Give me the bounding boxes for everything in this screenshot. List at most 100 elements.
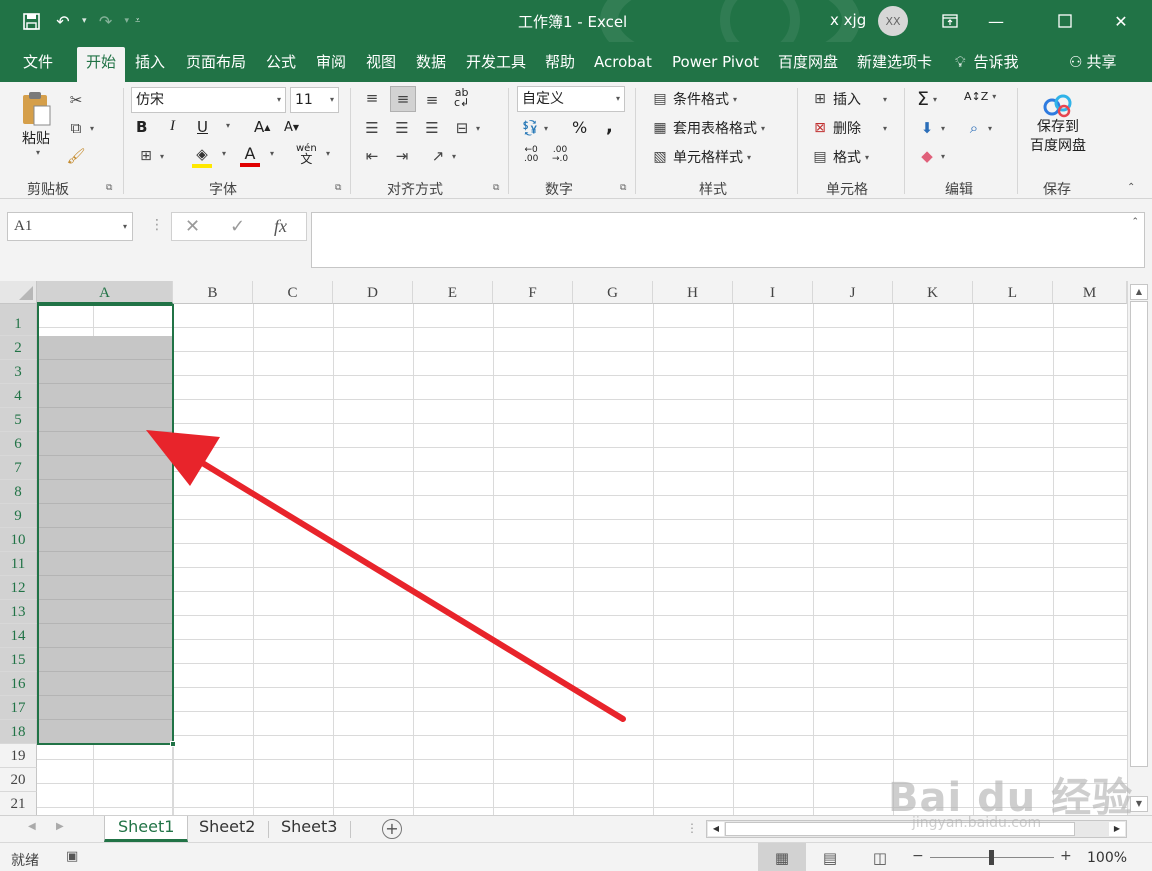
row-header-1[interactable]: 1: [0, 304, 37, 336]
borders-icon[interactable]: ⊞ ▾: [136, 146, 164, 166]
tab-power-pivot[interactable]: Power Pivot: [663, 47, 768, 82]
column-header-h[interactable]: H: [653, 281, 733, 304]
column-header-k[interactable]: K: [893, 281, 973, 304]
vertical-scrollbar[interactable]: ▲ ▼: [1127, 281, 1152, 815]
alignment-launcher-icon[interactable]: ⧉: [493, 183, 499, 193]
column-header-l[interactable]: L: [973, 281, 1053, 304]
fill-color-dropdown-icon[interactable]: ▾: [218, 149, 226, 158]
minimize-icon[interactable]: —: [973, 0, 1019, 42]
zoom-out-icon[interactable]: −: [912, 848, 924, 864]
normal-view-icon[interactable]: ▦: [758, 843, 806, 871]
save-icon[interactable]: [18, 8, 44, 34]
tab-file[interactable]: 文件: [14, 47, 62, 82]
tab-acrobat[interactable]: Acrobat: [585, 47, 661, 82]
row-header-5[interactable]: 5: [0, 408, 37, 432]
close-icon[interactable]: ✕: [1098, 0, 1144, 42]
decrease-indent-icon[interactable]: ⇤: [362, 146, 382, 166]
tab-baidu-netdisk[interactable]: 百度网盘: [769, 47, 847, 82]
maximize-icon[interactable]: [1042, 0, 1088, 42]
increase-indent-icon[interactable]: ⇥: [392, 146, 412, 166]
row-header-18[interactable]: 18: [0, 720, 37, 744]
scroll-left-icon[interactable]: ◀: [708, 822, 724, 836]
clipboard-launcher-icon[interactable]: ⧉: [106, 183, 112, 193]
row-header-6[interactable]: 6: [0, 432, 37, 456]
row-header-7[interactable]: 7: [0, 456, 37, 480]
align-center-icon[interactable]: ☰: [392, 118, 412, 138]
undo-icon[interactable]: ↶: [50, 8, 76, 34]
row-header-11[interactable]: 11: [0, 552, 37, 576]
sheet-tab-sheet1[interactable]: Sheet1: [104, 816, 189, 842]
find-select-icon[interactable]: ⌕ ▾: [964, 118, 992, 138]
insert-function-icon[interactable]: fx: [274, 216, 287, 237]
tab-developer[interactable]: 开发工具: [457, 47, 535, 82]
row-header-9[interactable]: 9: [0, 504, 37, 528]
save-to-baidu-button[interactable]: 保存到 百度网盘: [1030, 94, 1086, 156]
next-sheet-icon[interactable]: ▶: [56, 821, 64, 832]
sheet-tab-sheet3[interactable]: Sheet3: [268, 816, 350, 842]
text-orientation-icon[interactable]: ↗ ▾: [428, 146, 456, 166]
tab-view[interactable]: 视图: [357, 47, 405, 82]
tab-data[interactable]: 数据: [407, 47, 455, 82]
row-header-3[interactable]: 3: [0, 360, 37, 384]
undo-dropdown-icon[interactable]: ▾: [82, 16, 87, 26]
conditional-formatting-button[interactable]: ▤ 条件格式 ▾: [650, 89, 737, 109]
tab-home[interactable]: 开始: [77, 47, 126, 82]
font-family-select[interactable]: 仿宋 ▾: [131, 87, 286, 113]
phonetic-dropdown-icon[interactable]: ▾: [322, 149, 330, 158]
tab-split-grip-icon[interactable]: ⋮: [686, 821, 698, 835]
top-align-icon[interactable]: ≡: [362, 88, 382, 108]
zoom-in-icon[interactable]: +: [1060, 848, 1072, 864]
cell-styles-button[interactable]: ▧ 单元格样式 ▾: [650, 147, 751, 167]
tab-review[interactable]: 审阅: [307, 47, 355, 82]
row-header-12[interactable]: 12: [0, 576, 37, 600]
column-header-b[interactable]: B: [173, 281, 253, 304]
number-launcher-icon[interactable]: ⧉: [620, 183, 626, 193]
bottom-align-icon[interactable]: ≡: [422, 90, 442, 110]
select-all-button[interactable]: [0, 281, 37, 304]
align-left-icon[interactable]: ☰: [362, 118, 382, 138]
column-header-j[interactable]: J: [813, 281, 893, 304]
font-color-icon[interactable]: A: [240, 144, 260, 167]
zoom-slider-thumb[interactable]: [989, 850, 994, 865]
row-header-8[interactable]: 8: [0, 480, 37, 504]
increase-decimal-icon[interactable]: ←0.00: [524, 146, 538, 164]
cut-icon[interactable]: ✂: [66, 90, 86, 110]
row-header-2[interactable]: 2: [0, 336, 37, 360]
clear-icon[interactable]: ◆ ▾: [917, 146, 945, 166]
page-break-view-icon[interactable]: ◫: [856, 843, 904, 871]
tab-formulas[interactable]: 公式: [257, 47, 305, 82]
fill-handle[interactable]: [170, 741, 176, 747]
decrease-decimal-icon[interactable]: .00 →.0: [552, 146, 568, 164]
tell-me[interactable]: 💡︎ 告诉我: [946, 47, 1028, 82]
column-header-c[interactable]: C: [253, 281, 333, 304]
column-header-m[interactable]: M: [1053, 281, 1127, 304]
align-right-icon[interactable]: ☰: [422, 118, 442, 138]
column-header-e[interactable]: E: [413, 281, 493, 304]
row-header-10[interactable]: 10: [0, 528, 37, 552]
row-header-19[interactable]: 19: [0, 744, 37, 768]
scroll-right-icon[interactable]: ▶: [1109, 822, 1125, 836]
prev-sheet-icon[interactable]: ◀: [28, 821, 36, 832]
row-header-20[interactable]: 20: [0, 768, 37, 792]
sort-filter-icon[interactable]: A↕Z ▾: [964, 90, 996, 103]
accounting-format-icon[interactable]: 💱︎ ▾: [520, 118, 548, 138]
phonetic-guide-icon[interactable]: wén 文: [296, 144, 317, 166]
row-header-14[interactable]: 14: [0, 624, 37, 648]
column-header-d[interactable]: D: [333, 281, 413, 304]
row-header-13[interactable]: 13: [0, 600, 37, 624]
fill-color-icon[interactable]: ◈: [192, 144, 212, 168]
zoom-level[interactable]: 100%: [1087, 850, 1127, 866]
page-layout-view-icon[interactable]: ▤: [806, 843, 854, 871]
format-painter-icon[interactable]: 🖌︎: [66, 146, 86, 166]
font-color-dropdown-icon[interactable]: ▾: [266, 149, 274, 158]
row-header-17[interactable]: 17: [0, 696, 37, 720]
name-box[interactable]: A1 ▾: [7, 212, 133, 241]
tab-new-tab[interactable]: 新建选项卡: [848, 47, 941, 82]
wrap-orientation-icon[interactable]: ab c↲: [454, 87, 469, 108]
format-cells-button[interactable]: ▤ 格式 ▾: [810, 147, 869, 167]
customize-qat-icon[interactable]: ⩡: [135, 16, 140, 26]
cell-area[interactable]: [37, 304, 1127, 815]
comma-style-button[interactable]: ,: [606, 116, 613, 137]
share-button[interactable]: ⚇ 共享: [1060, 47, 1125, 82]
vertical-scroll-thumb[interactable]: [1130, 301, 1148, 767]
